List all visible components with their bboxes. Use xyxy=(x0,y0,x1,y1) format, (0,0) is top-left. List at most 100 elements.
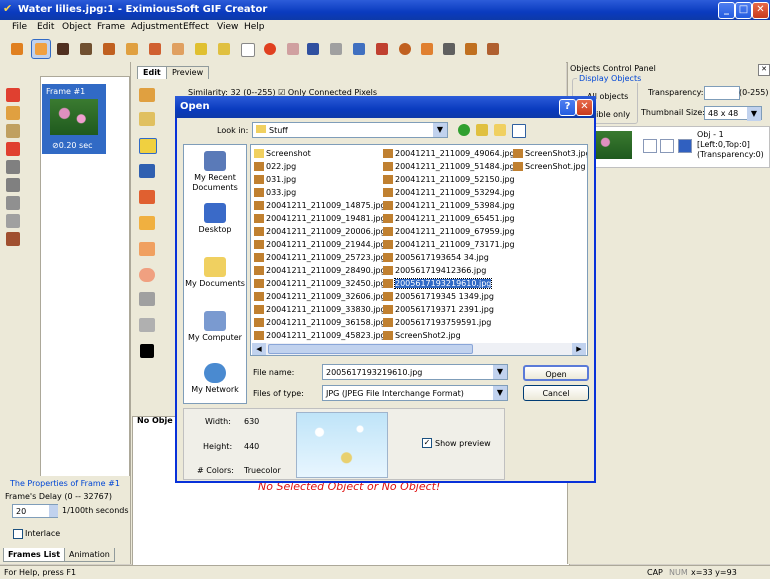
pointer-icon[interactable] xyxy=(139,88,155,102)
menu-object[interactable]: Object xyxy=(62,22,91,32)
brush-icon[interactable] xyxy=(146,40,164,58)
file-item[interactable]: 031.jpg xyxy=(253,173,386,186)
image-tool-icon[interactable] xyxy=(139,164,155,178)
menu-frame[interactable]: Frame xyxy=(97,22,125,32)
stop-icon[interactable] xyxy=(261,40,279,58)
delete-frame-icon[interactable] xyxy=(6,142,20,156)
file-item[interactable]: 20041211_211009_36158.jpg xyxy=(253,316,386,329)
wand-icon[interactable] xyxy=(192,40,210,58)
tab-preview[interactable]: Preview xyxy=(166,66,210,79)
image-icon[interactable] xyxy=(418,40,436,58)
reverse-icon[interactable] xyxy=(6,214,20,228)
select-icon[interactable] xyxy=(31,39,51,59)
open-button[interactable]: Open xyxy=(523,365,589,381)
file-name-input[interactable]: 2005617193219610.jpg ▼ xyxy=(322,364,508,380)
file-item[interactable]: 20041211_211009_32450.jpg xyxy=(253,277,386,290)
tab-edit[interactable]: Edit xyxy=(137,66,167,79)
save-icon[interactable] xyxy=(54,40,72,58)
interlace-checkbox[interactable] xyxy=(13,529,23,539)
file-item[interactable]: 022.jpg xyxy=(253,160,386,173)
no-object-tab[interactable]: No Obje xyxy=(137,416,173,425)
export-icon[interactable] xyxy=(284,40,302,58)
close-icon[interactable]: ✕ xyxy=(758,64,770,76)
file-item[interactable]: 20041211_211009_49064.jpg xyxy=(382,147,515,160)
insert-frame-icon[interactable] xyxy=(6,106,20,120)
views-icon[interactable] xyxy=(512,124,526,138)
file-item[interactable]: 2005617193759591.jpg xyxy=(382,316,515,329)
layer-icon[interactable] xyxy=(678,139,692,153)
file-item[interactable]: 20041211_211009_52150.jpg xyxy=(382,173,515,186)
dialog-close-button[interactable]: ✕ xyxy=(576,99,593,116)
ball-icon[interactable] xyxy=(373,40,391,58)
file-item[interactable]: 20041211_211009_21944.jpg xyxy=(253,238,386,251)
cancel-button[interactable]: Cancel xyxy=(523,385,589,401)
move-down-icon[interactable] xyxy=(6,178,20,192)
back-icon[interactable] xyxy=(458,124,470,136)
look-in-select[interactable]: Stuff ▼ xyxy=(252,122,448,138)
move-tool-icon[interactable] xyxy=(139,190,155,204)
delete-icon[interactable] xyxy=(238,40,256,58)
menu-edit[interactable]: Edit xyxy=(37,22,54,32)
file-item[interactable]: 20041211_211009_67959.jpg xyxy=(382,225,515,238)
files-of-type-select[interactable]: JPG (JPEG File Interchange Format) ▼ xyxy=(322,385,508,401)
file-item[interactable]: 200561719371 2391.jpg xyxy=(382,303,515,316)
place-desktop[interactable]: Desktop xyxy=(184,203,246,235)
fill-icon[interactable] xyxy=(123,40,141,58)
ellipse-icon[interactable] xyxy=(139,268,155,282)
settings-icon[interactable] xyxy=(304,40,322,58)
file-item[interactable]: 20041211_211009_28490.jpg xyxy=(253,264,386,277)
new-folder-icon[interactable] xyxy=(494,124,506,136)
file-item[interactable]: 20041211_211009_73171.jpg xyxy=(382,238,515,251)
show-preview-checkbox[interactable]: ✓ xyxy=(422,438,432,448)
file-item[interactable]: 20041211_211009_53984.jpg xyxy=(382,199,515,212)
file-item[interactable]: Screenshot xyxy=(253,147,386,160)
pencil-icon[interactable] xyxy=(139,216,155,230)
sun-icon[interactable] xyxy=(139,138,157,154)
file-item[interactable]: ScreenShot3.jpg xyxy=(512,147,587,160)
file-item[interactable]: 033.jpg xyxy=(253,186,386,199)
lasso-icon[interactable] xyxy=(215,40,233,58)
figure-icon[interactable] xyxy=(327,40,345,58)
file-item[interactable]: 20041211_211009_25723.jpg xyxy=(253,251,386,264)
file-item[interactable]: 20041211_211009_33830.jpg xyxy=(253,303,386,316)
scroll-right-icon[interactable]: ▶ xyxy=(572,343,586,355)
properties-icon[interactable] xyxy=(6,232,20,246)
arrow-icon[interactable] xyxy=(8,40,26,58)
add-frame-icon[interactable] xyxy=(6,88,20,102)
scroll-thumb[interactable] xyxy=(268,344,473,354)
delay-spin-button[interactable] xyxy=(49,505,58,517)
minimize-button[interactable]: _ xyxy=(718,2,735,19)
move-up-icon[interactable] xyxy=(6,160,20,174)
menu-view[interactable]: View xyxy=(217,22,238,32)
person-icon[interactable] xyxy=(396,40,414,58)
close-button[interactable]: ✕ xyxy=(752,2,769,19)
place-network[interactable]: My Network xyxy=(184,363,246,395)
menu-effect[interactable]: Effect xyxy=(183,22,209,32)
file-item[interactable]: 20041211_211009_65451.jpg xyxy=(382,212,515,225)
file-item[interactable]: 20041211_211009_53294.jpg xyxy=(382,186,515,199)
maximize-button[interactable]: □ xyxy=(735,2,752,19)
file-item[interactable]: 20041211_211009_20006.jpg xyxy=(253,225,386,238)
puzzle-icon[interactable] xyxy=(462,40,480,58)
file-item[interactable]: 200561719412366.jpg xyxy=(382,264,515,277)
visible-only-radio[interactable]: sible only xyxy=(592,110,630,119)
place-recent[interactable]: My Recent Documents xyxy=(184,151,246,193)
cube-icon[interactable] xyxy=(440,40,458,58)
file-item[interactable]: 20041211_211009_19481.jpg xyxy=(253,212,386,225)
magnify-icon[interactable] xyxy=(139,318,155,332)
file-item[interactable]: ScreenShot.jpg xyxy=(512,160,587,173)
open-icon[interactable] xyxy=(77,40,95,58)
file-item[interactable]: 2005617193219610.jpg xyxy=(382,277,515,290)
help-button[interactable]: ? xyxy=(559,99,576,116)
eye-icon[interactable] xyxy=(643,139,657,153)
tab-animation[interactable]: Animation xyxy=(64,548,115,562)
up-folder-icon[interactable] xyxy=(476,124,488,136)
paint-icon[interactable] xyxy=(100,40,118,58)
wand-tool-icon[interactable] xyxy=(139,112,155,126)
lock-icon[interactable] xyxy=(660,139,674,153)
copy-frame-icon[interactable] xyxy=(6,124,20,138)
menu-adjustment[interactable]: Adjustment xyxy=(131,22,183,32)
tab-frames-list[interactable]: Frames List xyxy=(3,548,66,562)
file-item[interactable]: 20041211_211009_32606.jpg xyxy=(253,290,386,303)
menu-help[interactable]: Help xyxy=(244,22,265,32)
